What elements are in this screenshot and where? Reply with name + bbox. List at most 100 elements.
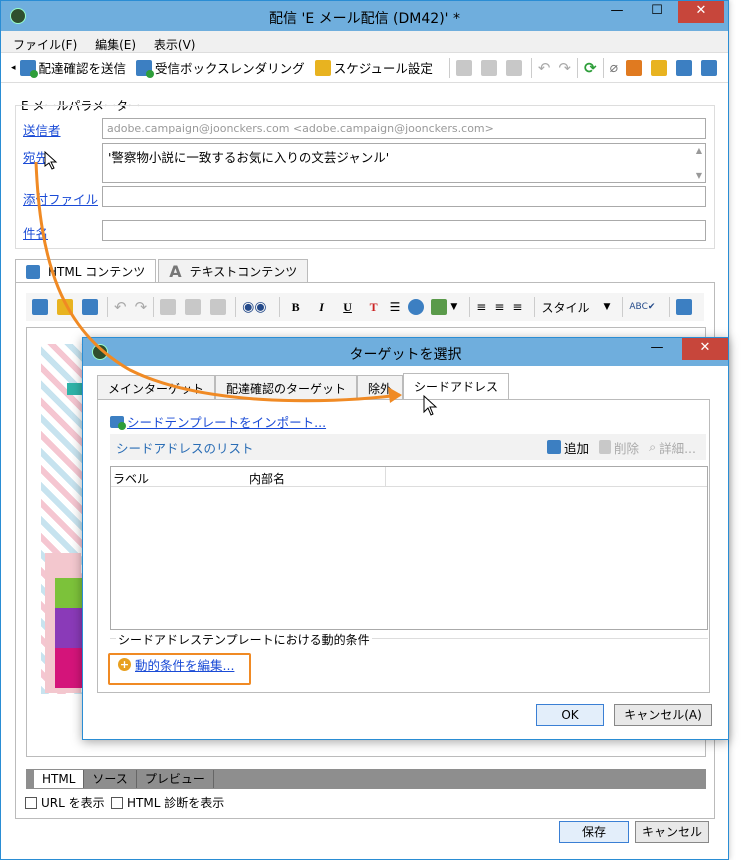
text-color-icon[interactable]: T: [364, 300, 384, 315]
schedule-button[interactable]: スケジュール設定: [314, 58, 433, 77]
align-left-icon[interactable]: ≡: [476, 300, 486, 314]
spellcheck-icon[interactable]: ABC✔: [629, 302, 655, 312]
dialog-close-button[interactable]: ✕: [682, 338, 728, 360]
attachment-field[interactable]: [102, 186, 706, 207]
send-proof-icon: [19, 59, 38, 78]
trash-icon: [599, 440, 612, 454]
undo-icon[interactable]: ↶: [538, 59, 551, 77]
scroll-up-icon[interactable]: ▲: [696, 146, 702, 155]
to-field-value: '警察物小説に一致するお気に入りの文芸ジャンル': [108, 150, 390, 165]
seed-address-panel: シードテンプレートをインポート... シードアドレスのリスト 追加 削除 ⌕ 詳細…: [97, 399, 710, 693]
tab-text-content[interactable]: A テキストコンテンツ: [158, 259, 309, 283]
editor-paste-icon[interactable]: [210, 299, 227, 315]
seed-list-columns: ラベル 内部名: [111, 467, 707, 487]
more-tools-icon[interactable]: [701, 59, 717, 76]
from-field[interactable]: adobe.campaign@joonckers.com <adobe.camp…: [102, 118, 706, 139]
scroll-down-icon[interactable]: ▼: [696, 171, 702, 180]
dialog-minimize-button[interactable]: —: [642, 338, 672, 360]
menu-edit[interactable]: 編集(E): [95, 38, 136, 52]
inbox-render-button[interactable]: 受信ボックスレンダリング: [136, 58, 305, 78]
tab-main-target[interactable]: メインターゲット: [97, 375, 216, 399]
to-label[interactable]: 宛先: [23, 147, 48, 166]
column-internal-name[interactable]: 内部名: [249, 470, 285, 487]
dialog-cancel-button[interactable]: キャンセル(A): [614, 704, 712, 726]
editor-cut-icon[interactable]: [185, 299, 202, 315]
column-label[interactable]: ラベル: [113, 470, 149, 487]
style-select[interactable]: スタイル: [541, 299, 603, 316]
save-button[interactable]: 保存: [559, 821, 629, 843]
tab-exclusions[interactable]: 除外: [357, 375, 404, 399]
maximize-button[interactable]: ☐: [642, 1, 672, 23]
cancel-button[interactable]: キャンセル: [635, 821, 709, 843]
show-url-checkbox[interactable]: URL を表示: [25, 794, 105, 811]
main-titlebar: 配信 'E メール配信 (DM42)' * — ☐ ✕: [1, 1, 728, 31]
show-html-diagnostics-checkbox[interactable]: HTML 診断を表示: [111, 794, 224, 811]
text-content-icon: A: [169, 262, 182, 281]
mode-tab-source[interactable]: ソース: [84, 770, 137, 788]
from-label[interactable]: 送信者: [23, 120, 61, 139]
seed-list-header: シードアドレスのリスト 追加 削除 ⌕ 詳細...: [110, 434, 706, 460]
bold-icon[interactable]: B: [286, 300, 306, 315]
list-icon[interactable]: ☰: [390, 300, 401, 314]
tab-proof-target[interactable]: 配達確認のターゲット: [215, 375, 358, 399]
italic-icon[interactable]: I: [312, 300, 332, 315]
link-icon[interactable]: [626, 59, 642, 76]
ok-button[interactable]: OK: [536, 704, 604, 726]
main-toolbar: ◂ 配達確認を送信 受信ボックスレンダリング スケジュール設定 ↶ ↷ ⟳ ⌀: [1, 53, 728, 83]
editor-redo-icon[interactable]: ↷: [135, 298, 148, 316]
tab-html-content[interactable]: HTML コンテンツ: [15, 259, 157, 283]
mode-tab-preview[interactable]: プレビュー: [137, 770, 214, 788]
image-icon[interactable]: [431, 299, 448, 315]
menu-view[interactable]: 表示(V): [154, 38, 196, 52]
import-envelope-icon: [110, 415, 126, 430]
tracking-icon[interactable]: [676, 59, 692, 76]
close-button[interactable]: ✕: [678, 1, 724, 23]
tab-seed-addresses[interactable]: シードアドレス: [403, 373, 510, 399]
html-content-icon: [26, 264, 40, 279]
image-dropdown-icon[interactable]: ▼: [450, 302, 457, 312]
content-tabs: HTML コンテンツ A テキストコンテンツ: [15, 259, 310, 283]
mode-tab-html[interactable]: HTML: [34, 770, 85, 788]
web-link-icon[interactable]: [408, 299, 425, 315]
attachment-icon[interactable]: ⌀: [610, 60, 618, 76]
inbox-render-icon: [136, 59, 155, 78]
subject-label[interactable]: 件名: [23, 223, 48, 242]
align-right-icon[interactable]: ≡: [512, 300, 522, 314]
add-icon: [547, 440, 562, 454]
gift-icon[interactable]: [651, 59, 667, 76]
menu-file[interactable]: ファイル(F): [13, 38, 77, 52]
to-field[interactable]: '警察物小説に一致するお気に入りの文芸ジャンル' ▲ ▼: [102, 143, 706, 183]
toolbar-scroll-left-icon[interactable]: ◂: [11, 63, 16, 73]
copy-icon[interactable]: [455, 59, 472, 76]
find-icon[interactable]: ◉◉: [242, 299, 266, 315]
redo-icon[interactable]: ↷: [558, 59, 571, 77]
subject-field[interactable]: [102, 220, 706, 241]
editor-more-icon[interactable]: [676, 299, 693, 315]
new-doc-icon[interactable]: [32, 299, 48, 315]
dynamic-section-title: シードアドレステンプレートにおける動的条件: [116, 631, 372, 648]
save-icon[interactable]: [82, 299, 98, 315]
editor-copy-icon[interactable]: [160, 299, 177, 315]
minimize-button[interactable]: —: [602, 1, 632, 23]
open-folder-icon[interactable]: [57, 299, 73, 315]
underline-icon[interactable]: U: [338, 300, 358, 315]
editor-undo-icon[interactable]: ↶: [114, 298, 127, 316]
add-seed-button[interactable]: 追加: [547, 438, 589, 457]
seed-address-list[interactable]: ラベル 内部名: [110, 466, 708, 630]
send-proof-button[interactable]: 配達確認を送信: [19, 58, 126, 78]
editor-toolbar: ↶ ↷ ◉◉ B I U T ☰ ▼ ≡ ≡ ≡ スタイル ▼ ABC✔: [26, 293, 704, 321]
paste-icon[interactable]: [505, 59, 522, 76]
style-dropdown-icon[interactable]: ▼: [603, 302, 610, 312]
import-seed-template-link[interactable]: シードテンプレートをインポート...: [110, 412, 326, 431]
dialog-title: ターゲットを選択: [349, 347, 462, 363]
align-center-icon[interactable]: ≡: [494, 300, 504, 314]
refresh-icon[interactable]: ⟳: [584, 59, 597, 77]
attachment-label[interactable]: 添付ファイル: [23, 189, 98, 208]
highlight-box: [108, 653, 251, 685]
cut-icon[interactable]: [480, 59, 497, 76]
editor-mode-bar: HTML ソース プレビュー: [26, 769, 706, 789]
dialog-tabs: メインターゲット 配達確認のターゲット 除外 シードアドレス: [97, 373, 510, 399]
details-seed-button[interactable]: ⌕ 詳細...: [649, 438, 696, 457]
dialog-titlebar: ターゲットを選択 — ☐ ✕: [83, 338, 728, 366]
delete-seed-button[interactable]: 削除: [599, 438, 639, 457]
